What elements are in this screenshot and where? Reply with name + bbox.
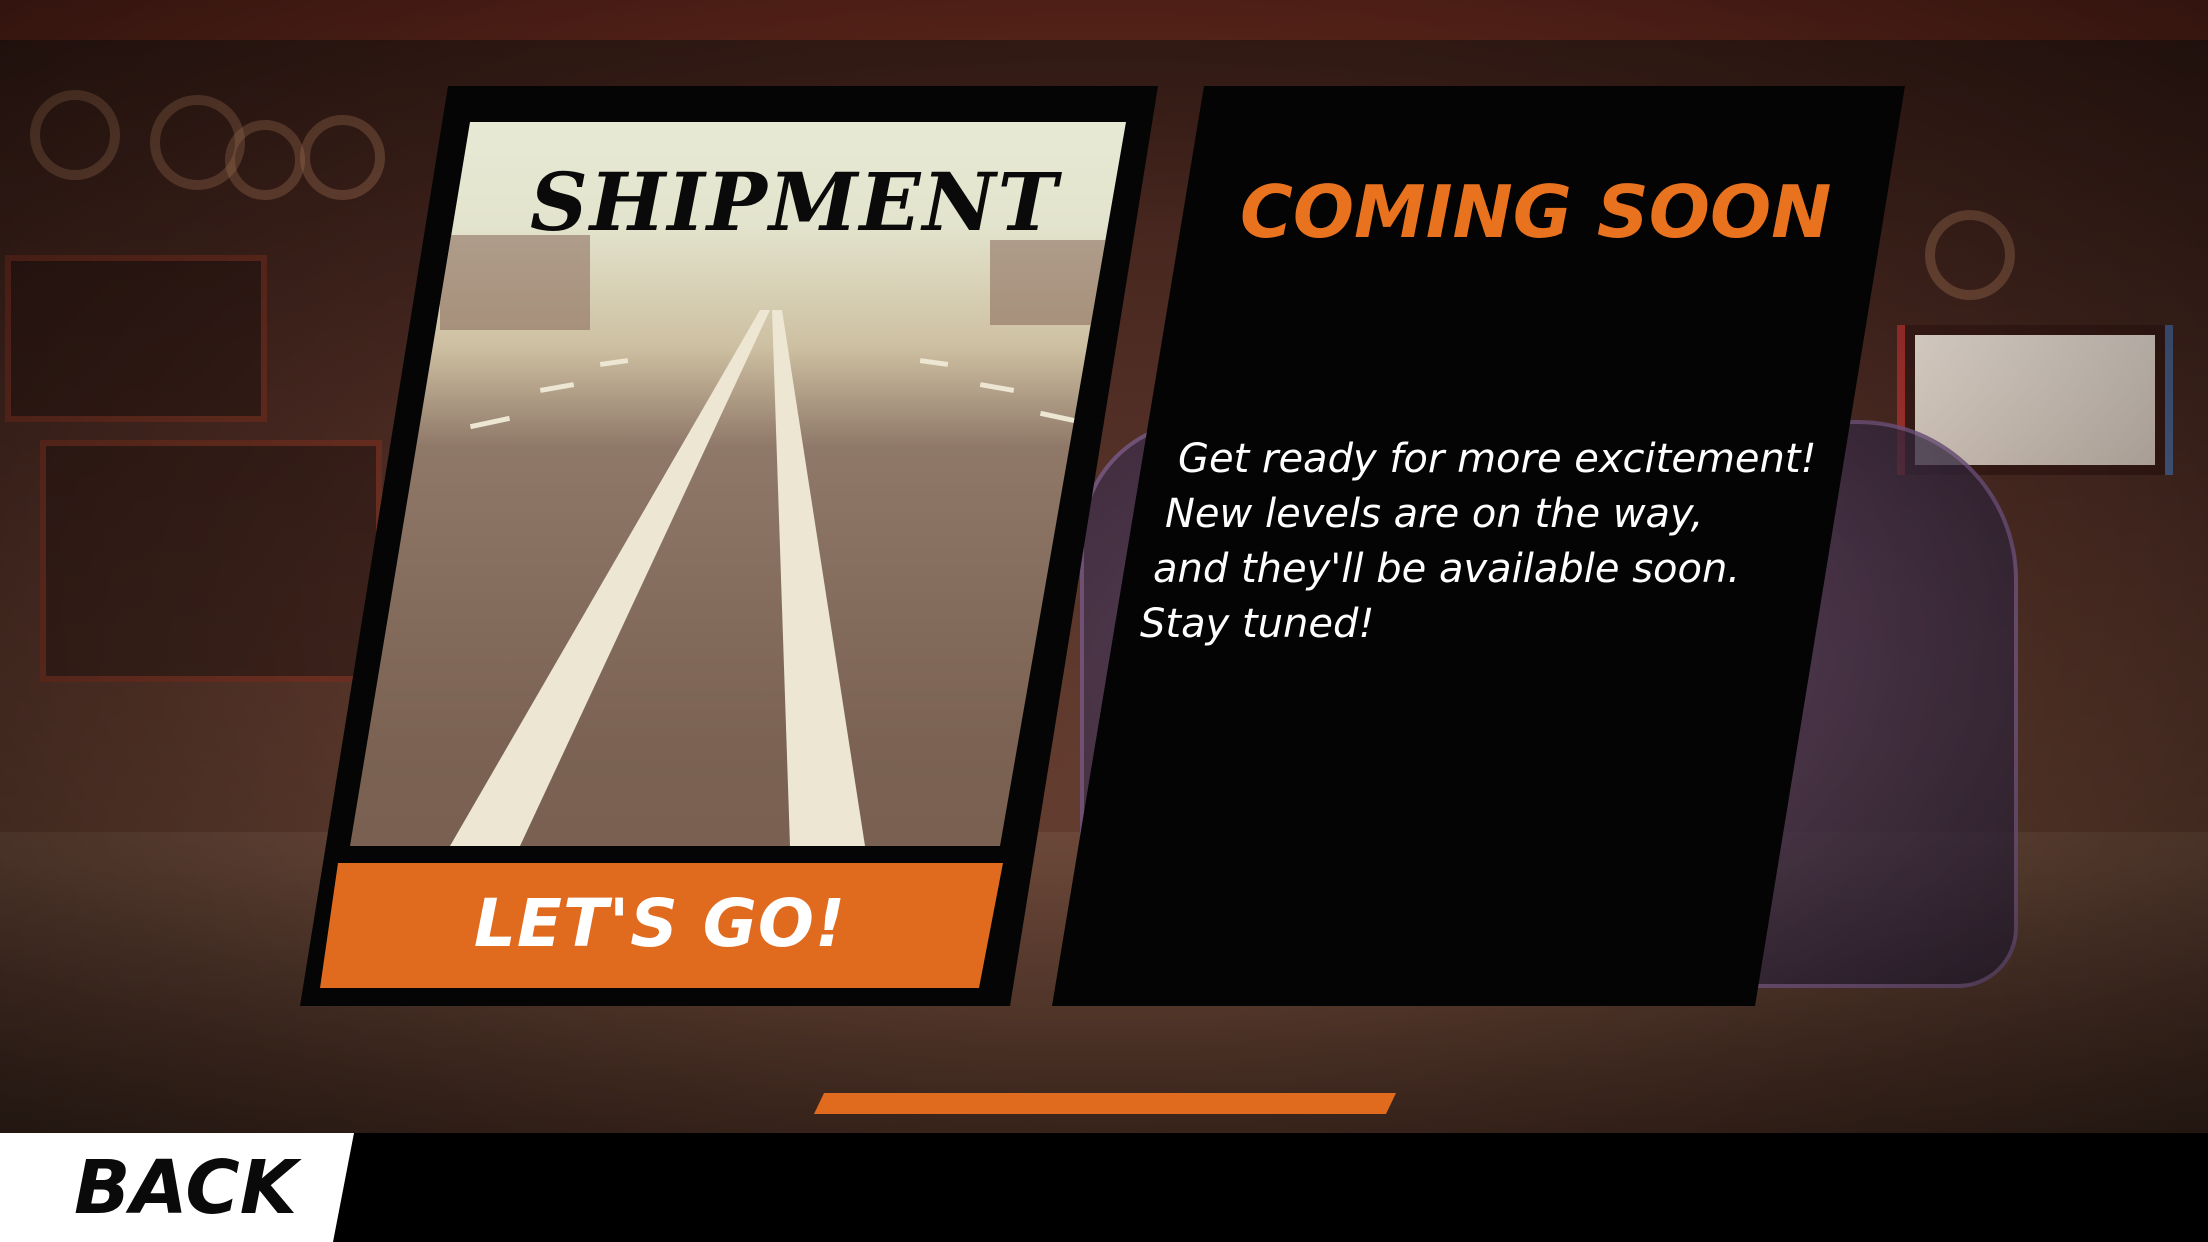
level-title: SHIPMENT [530, 155, 1060, 249]
road-dash [979, 382, 1015, 393]
coming-soon-text-line: and they'll be available soon. [1153, 546, 1741, 592]
road-dash [469, 415, 511, 430]
coming-soon-title: COMING SOON [1240, 170, 1832, 254]
level-select-screen: SHIPMENT LET'S GO! COMING SOON Get ready… [0, 0, 2208, 1242]
roadside-building [440, 235, 590, 330]
road-dash [599, 358, 629, 367]
lets-go-label[interactable]: LET'S GO! [380, 885, 940, 962]
back-label[interactable]: BACK [74, 1145, 297, 1231]
coming-soon-text-line: New levels are on the way, [1165, 491, 1704, 537]
road-dash [539, 382, 575, 393]
road-dash [919, 358, 949, 367]
coming-soon-text-line: Stay tuned! [1140, 601, 1375, 647]
coming-soon-text-line: Get ready for more excitement! [1178, 436, 1817, 482]
